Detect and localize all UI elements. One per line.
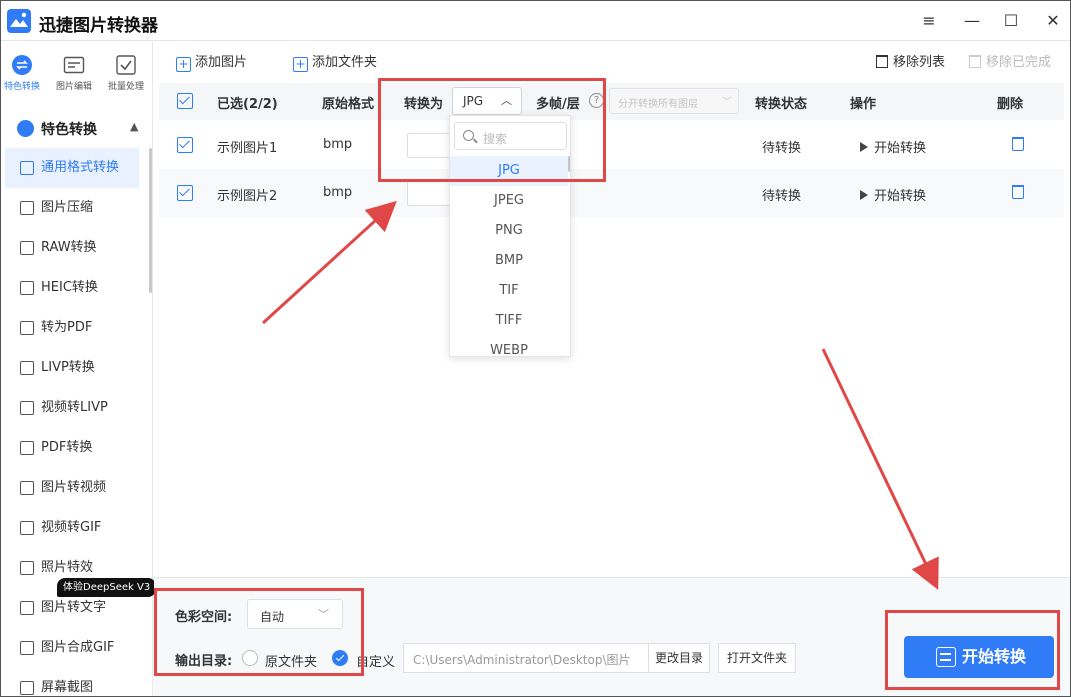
annotation-arrow-start	[821, 348, 939, 590]
annotation-arrows	[261, 200, 939, 590]
annotation-arrow-format	[261, 200, 397, 325]
app-window: 迅捷图片转换器 ≡ — ☐ ✕ 特色转换 图片编辑 批量处理 特色转换 ▲ 通用…	[0, 0, 1071, 697]
